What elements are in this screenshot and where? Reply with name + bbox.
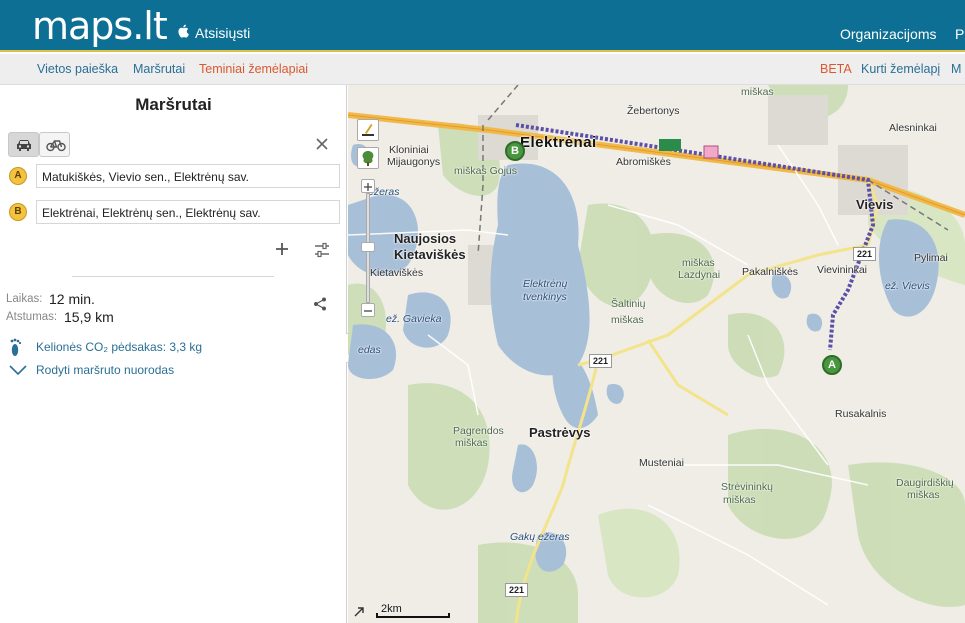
add-waypoint-icon[interactable] bbox=[272, 239, 292, 259]
bicycle-icon bbox=[46, 140, 66, 152]
map-label: Pakalniškės bbox=[742, 266, 799, 278]
chevron-down-icon[interactable] bbox=[9, 364, 27, 376]
map-label: Pagrendos bbox=[453, 425, 504, 437]
map-label: Abromiškės bbox=[616, 156, 671, 168]
tab-routes[interactable]: Maršrutai bbox=[133, 62, 185, 76]
panel-title: Maršrutai bbox=[135, 95, 212, 114]
map-label-city: Elektrėnai bbox=[520, 134, 597, 151]
header-link-partial[interactable]: P bbox=[955, 26, 964, 42]
map-label: ež. Gavieka bbox=[386, 313, 442, 325]
map-label: Rusakalnis bbox=[835, 408, 887, 420]
bicycle-mode-button[interactable] bbox=[39, 132, 70, 157]
time-label: Laikas: bbox=[6, 293, 43, 305]
zoom-in-button[interactable] bbox=[361, 179, 375, 193]
share-icon[interactable] bbox=[312, 296, 328, 312]
map-label: miškas bbox=[611, 314, 644, 326]
waypoint-a-badge: A bbox=[9, 167, 27, 185]
route-panel: Maršrutai A Matukiškės, Vievio sen., Ele… bbox=[0, 85, 347, 623]
map-label: ež. Vievis bbox=[885, 280, 930, 292]
divider bbox=[72, 276, 274, 277]
map-label-town: Kietaviškės bbox=[394, 247, 466, 262]
plus-icon bbox=[364, 183, 372, 191]
distance-label: Atstumas: bbox=[6, 311, 58, 323]
map-label: Šaltinių bbox=[611, 298, 646, 310]
site-logo[interactable]: maps.lt bbox=[32, 4, 168, 48]
map-label: miškas bbox=[741, 86, 774, 98]
zoom-out-button[interactable] bbox=[361, 303, 375, 317]
more-link-partial[interactable]: M bbox=[951, 62, 961, 76]
map-label: Pylimai bbox=[914, 252, 948, 264]
map-label-town: Pastrėvys bbox=[529, 425, 591, 440]
download-link[interactable]: Atsisiųsti bbox=[195, 25, 250, 41]
road-number: 221 bbox=[853, 247, 877, 261]
pen-icon bbox=[362, 124, 374, 136]
waypoint-b-badge: B bbox=[9, 203, 27, 221]
map-label: Daugirdiškių bbox=[896, 477, 954, 489]
top-header: maps.lt Atsisiųsti Organizacijoms P bbox=[0, 0, 965, 52]
footprint-icon bbox=[10, 338, 22, 356]
map-canvas[interactable]: Žebertonys miškas Alesninkai Kloniniai M… bbox=[348, 85, 965, 623]
scale-bar bbox=[376, 613, 450, 618]
zoom-slider-handle[interactable] bbox=[361, 242, 375, 252]
start-point-field[interactable]: Matukiškės, Vievio sen., Elektrėnų sav. bbox=[36, 164, 340, 188]
route-end-pin[interactable]: B bbox=[505, 141, 525, 161]
sub-navigation: Vietos paieška Maršrutai Teminiai žemėla… bbox=[0, 54, 965, 85]
car-mode-button[interactable] bbox=[8, 132, 39, 157]
map-label: miškas Gojus bbox=[454, 165, 518, 177]
route-start-pin[interactable]: A bbox=[822, 355, 842, 375]
map-label: Gakų ežeras bbox=[510, 531, 570, 543]
tab-thematic-maps[interactable]: Teminiai žemėlapiai bbox=[199, 62, 308, 76]
road-number: 221 bbox=[505, 583, 529, 597]
close-icon[interactable] bbox=[314, 136, 330, 152]
map-label: Musteniai bbox=[639, 457, 684, 469]
road-number: 221 bbox=[589, 354, 613, 368]
map-label: miškas bbox=[907, 489, 940, 501]
end-point-field[interactable]: Elektrėnai, Elektrėnų sen., Elektrėnų sa… bbox=[36, 200, 340, 224]
organizations-link[interactable]: Organizacijoms bbox=[840, 26, 936, 42]
show-directions-link[interactable]: Rodyti maršruto nuorodas bbox=[36, 363, 174, 377]
map-label-town: Naujosios bbox=[394, 231, 457, 246]
time-value: 12 min. bbox=[49, 291, 95, 307]
map-label: Mijaugonys bbox=[387, 156, 441, 168]
beta-label: BETA bbox=[820, 62, 852, 76]
tree-icon bbox=[362, 151, 374, 166]
map-label: Žebertonys bbox=[627, 105, 680, 117]
map-label: Kietaviškės bbox=[370, 267, 424, 279]
apple-icon bbox=[178, 24, 189, 38]
map-layer-button[interactable] bbox=[357, 147, 379, 169]
car-icon bbox=[17, 140, 31, 151]
map-label: miškas bbox=[455, 437, 488, 449]
route-options-icon[interactable] bbox=[312, 240, 332, 260]
map-label: Kloniniai bbox=[389, 144, 429, 156]
map-label: miškas bbox=[682, 257, 715, 269]
map-label: Vievininkai bbox=[817, 264, 868, 276]
map-style-button[interactable] bbox=[357, 119, 379, 141]
map-label: Elektrėnų bbox=[523, 278, 568, 290]
map-label: Lazdynai bbox=[678, 269, 721, 281]
co2-footprint-link[interactable]: Kelionės CO₂ pėdsakas: 3,3 kg bbox=[36, 340, 202, 354]
map-label: Alesninkai bbox=[889, 122, 937, 134]
map-label: tvenkinys bbox=[523, 291, 567, 303]
tab-place-search[interactable]: Vietos paieška bbox=[37, 62, 118, 76]
create-map-link[interactable]: Kurti žemėlapį bbox=[861, 62, 940, 76]
expand-icon[interactable] bbox=[353, 606, 365, 618]
distance-value: 15,9 km bbox=[64, 309, 114, 325]
map-label-town: Vievis bbox=[856, 197, 894, 212]
minus-icon bbox=[364, 310, 372, 312]
map-label: miškas bbox=[723, 494, 756, 506]
map-label: edas bbox=[358, 344, 381, 356]
map-label: Strėvininkų bbox=[721, 481, 773, 493]
